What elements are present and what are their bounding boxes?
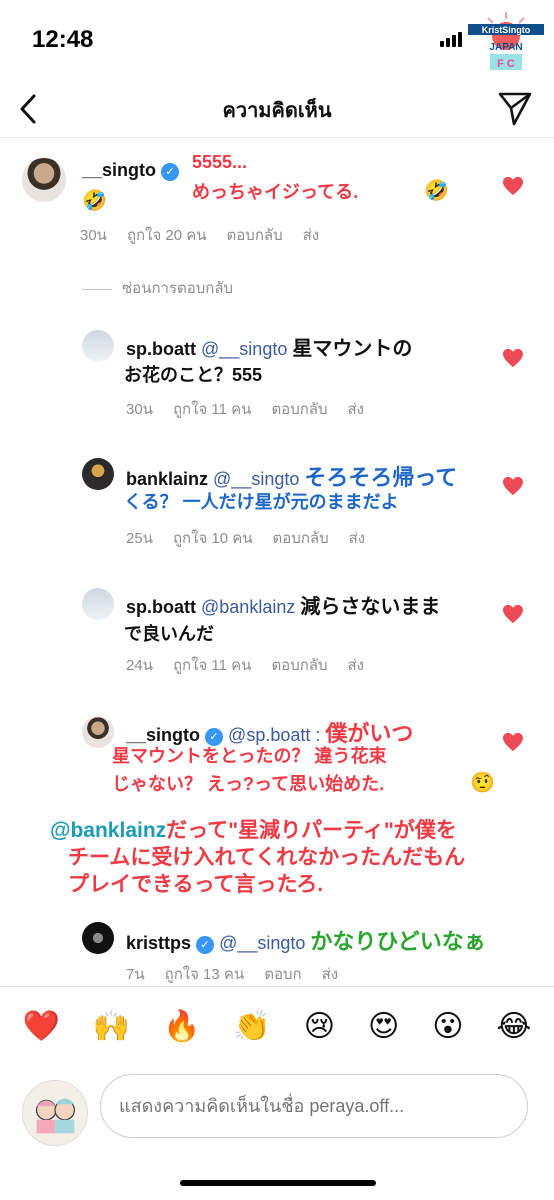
main-comment-text-2: めっちゃイジってる. [192,182,359,202]
comment-reply-button[interactable]: ตอบกลับ [227,227,283,244]
quick-reactions-bar: ❤️ 🙌 🔥 👏 😢 😍 😮 😂 [0,986,554,1066]
reply-2-likes[interactable]: ถูกใจ 10 คน [173,530,253,547]
my-avatar[interactable] [22,1080,88,1146]
heart-icon[interactable] [502,732,524,752]
reply-3-time: 24น [126,657,153,674]
raised-eyebrow-emoji: 🤨 [470,772,495,794]
reply-1-text-1: 星マウントの [292,338,413,360]
logo-line1: KristSingto [482,25,531,35]
reply-3-reply-button[interactable]: ตอบกลับ [271,657,327,674]
main-comment-username[interactable]: __singto [82,160,156,180]
status-time: 12:48 [32,26,94,53]
reply-1-reply-button[interactable]: ตอบกลับ [271,401,327,418]
reply-3-text-2: で良いんだ [124,624,214,644]
reply-5-username[interactable]: kristtps [126,933,191,953]
reply-5-meta: 7น ถูกใจ 13 คน ตอบก ส่ง [126,962,358,986]
verified-badge-icon: ✓ [161,163,180,181]
raised-hands-emoji-button[interactable]: 🙌 [93,1009,130,1044]
status-bar: 12:48 KristSingto JAPAN F C [0,0,554,80]
main-comment-header: __singto ✓ [82,160,180,181]
comment-likes[interactable]: ถูกใจ 20 คน [127,227,207,244]
reply-1-time: 30น [126,401,153,418]
rofl-emoji: 🤣 [424,180,449,202]
avatar-sp-boatt[interactable] [82,330,114,362]
reply-5-reply-button[interactable]: ตอบก [264,966,301,983]
avatar-singto[interactable] [22,158,66,202]
reply-5-time: 7น [126,966,145,983]
reply-3-meta: 24น ถูกใจ 11 คน ตอบกลับ ส่ง [126,653,384,677]
heart-icon[interactable] [502,604,524,624]
reply-4-text-3: じゃない？ えっ?って思い始めた. [112,774,385,794]
reply-3-mention[interactable]: @banklainz [201,597,295,617]
main-comment-text-1: 5555... [192,152,248,172]
comment-time: 30น [80,227,107,244]
home-indicator [180,1180,376,1186]
reply-3-send-button[interactable]: ส่ง [348,657,364,674]
reply-2-send-button[interactable]: ส่ง [349,530,365,547]
comment-input-row [0,1066,554,1156]
reply-3-likes[interactable]: ถูกใจ 11 คน [173,657,251,674]
reply-1-likes[interactable]: ถูกใจ 11 คน [173,401,251,418]
logo-line2: JAPAN [489,42,522,53]
avatar-banklainz[interactable] [82,458,114,490]
reply-2-text-2: くる？ 一人だけ星が元のままだよ [124,492,399,512]
overlay-line-1: @banklainzだって"星減りパーティ"が僕を [50,814,457,844]
clapping-emoji-button[interactable]: 👏 [233,1009,270,1044]
surprised-emoji-button[interactable]: 😮 [432,1009,463,1044]
laughing-emoji-button[interactable]: 😂 [496,1009,531,1044]
reply-1-mention[interactable]: @__singto [201,339,287,359]
overlay-line-2: チームに受け入れてくれなかったんだもん [68,846,466,869]
avatar-kristtps[interactable] [82,922,114,954]
reply-3-header: sp.boatt @banklainz 減らさないまま [126,590,440,619]
reply-2-time: 25น [126,530,153,547]
verified-badge-icon: ✓ [196,936,215,954]
logo-line3: F C [497,58,515,70]
heart-icon[interactable] [502,476,524,496]
reply-3-text-1: 減らさないまま [300,596,441,618]
header: ความคิดเห็น [0,80,554,138]
comment-send-button[interactable]: ส่ง [303,227,319,244]
overlay-mention: @banklainz [50,819,167,842]
crying-emoji-button[interactable]: 😢 [304,1009,335,1044]
heart-icon[interactable] [502,348,524,368]
fan-club-logo: KristSingto JAPAN F C [468,12,544,70]
reply-1-meta: 30น ถูกใจ 11 คน ตอบกลับ ส่ง [126,397,384,421]
reply-5-likes[interactable]: ถูกใจ 13 คน [165,966,245,983]
reply-1-text-2: お花のこと？555 [124,365,263,385]
signal-icon [440,32,462,47]
reply-5-text-1: かなりひどいなぁ [310,929,486,954]
reply-1-header: sp.boatt @__singto 星マウントの [126,332,412,361]
reply-2-username[interactable]: banklainz [126,469,208,489]
rofl-emoji-2: 🤣 [82,190,107,212]
reply-5-header: kristtps ✓ @__singto かなりひどいなぁ [126,924,486,956]
reply-5-send-button[interactable]: ส่ง [322,966,338,983]
reply-4-text-2: 星マウントをとったの？ 違う花束 [112,746,387,766]
comment-input[interactable] [100,1074,528,1138]
reply-1-username[interactable]: sp.boatt [126,339,196,359]
page-title: ความคิดเห็น [222,100,332,122]
reply-2-mention[interactable]: @__singto [213,469,299,489]
reply-2-text-1: そろそろ帰って [304,465,458,490]
avatar-singto[interactable] [82,716,114,748]
heart-eyes-emoji-button[interactable]: 😍 [368,1009,399,1044]
reply-3-username[interactable]: sp.boatt [126,597,196,617]
reply-2-meta: 25น ถูกใจ 10 คน ตอบกลับ ส่ง [126,526,385,550]
reply-2-reply-button[interactable]: ตอบกลับ [273,530,329,547]
overlay-text-1: だって"星減りパーティ"が僕を [166,819,457,842]
reply-1-send-button[interactable]: ส่ง [348,401,364,418]
main-comment-meta: 30น ถูกใจ 20 คน ตอบกลับ ส่ง [80,223,339,247]
overlay-line-3: プレイできるって言ったろ. [68,873,324,896]
send-icon[interactable] [492,86,536,130]
heart-icon[interactable] [502,176,524,196]
fire-emoji-button[interactable]: 🔥 [163,1009,200,1044]
avatar-sp-boatt[interactable] [82,588,114,620]
heart-emoji-button[interactable]: ❤️ [22,1009,59,1044]
reply-5-mention[interactable]: @__singto [219,933,305,953]
hide-replies-button[interactable]: ซ่อนการตอบกลับ [82,276,233,300]
